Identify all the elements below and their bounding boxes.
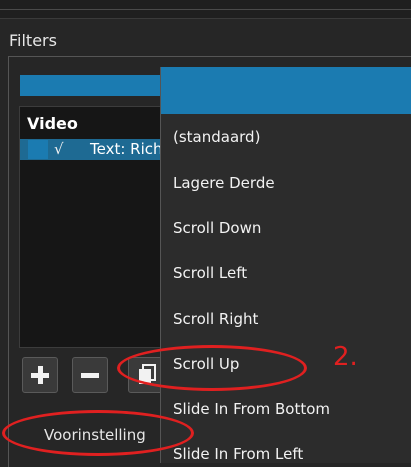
dropdown-item-scroll-right[interactable]: Scroll Right <box>173 310 258 328</box>
list-item-label: Text: Rich <box>90 140 163 158</box>
annotation-number: 2. <box>333 342 358 372</box>
annotation-ellipse-preset <box>2 410 194 456</box>
dropdown-item-slide-in-from-bottom[interactable]: Slide In From Bottom <box>173 400 330 418</box>
annotation-ellipse-scroll-up <box>117 345 307 391</box>
dropdown-item-scroll-down[interactable]: Scroll Down <box>173 219 261 237</box>
add-filter-button[interactable] <box>22 357 58 393</box>
dropdown-item-scroll-left[interactable]: Scroll Left <box>173 264 247 282</box>
preset-dropdown-menu: (standaard) Lagere Derde Scroll Down Scr… <box>160 67 411 463</box>
panel-title: Filters <box>9 31 57 50</box>
divider <box>0 9 411 10</box>
dropdown-item-slide-in-from-left[interactable]: Slide In From Left <box>173 445 303 463</box>
dropdown-item-standaard[interactable]: (standaard) <box>173 128 260 146</box>
check-icon[interactable]: √ <box>54 140 64 158</box>
dropdown-item-lagere-derde[interactable]: Lagere Derde <box>173 174 275 192</box>
minus-icon <box>81 373 99 378</box>
filter-list: Video √ Text: Rich <box>19 106 171 348</box>
filter-search-bar[interactable] <box>20 75 170 96</box>
list-header-video: Video <box>27 114 78 133</box>
dropdown-item-highlighted[interactable] <box>161 67 411 114</box>
top-bar <box>0 0 411 19</box>
checkbox[interactable] <box>28 140 48 159</box>
remove-filter-button[interactable] <box>72 357 108 393</box>
list-item-text-rich[interactable]: √ Text: Rich <box>20 139 170 160</box>
plus-icon-stem <box>38 366 43 384</box>
